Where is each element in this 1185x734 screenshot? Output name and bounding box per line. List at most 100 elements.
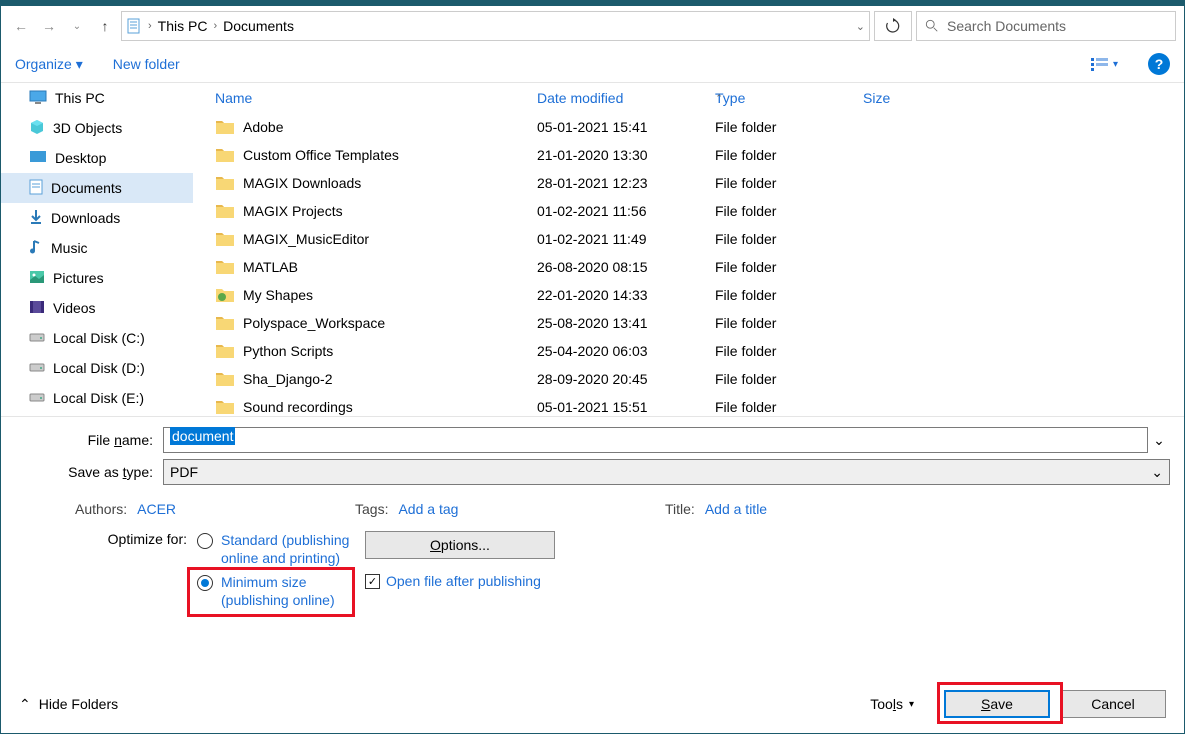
folder-icon [215,173,235,193]
optimize-label: Optimize for: [101,531,197,609]
file-row[interactable]: Sound recordings05-01-2021 15:51File fol… [193,393,1184,416]
folder-icon [215,257,235,277]
authors-value[interactable]: ACER [137,501,176,517]
nav-item-downloads[interactable]: Downloads [1,203,193,233]
filename-label: File name: [15,432,163,448]
address-bar: ← → ⌄ ↑ › This PC › Documents ⌄ Search D… [1,6,1184,46]
disk-icon [29,360,45,376]
up-button[interactable]: ↑ [93,14,117,38]
col-type[interactable]: Type⌃ [715,90,863,106]
radio-minimum-label[interactable]: Minimum size (publishing online) [221,573,365,609]
savetype-dropdown[interactable]: PDF⌄ [163,459,1170,485]
folder-icon [215,369,235,389]
nav-item-local-disk-e-[interactable]: Local Disk (E:) [1,383,193,413]
breadcrumb-root[interactable]: This PC [158,18,208,34]
disk-icon [29,330,45,346]
refresh-icon [885,18,901,34]
col-size[interactable]: Size [863,90,963,106]
file-row[interactable]: Adobe05-01-2021 15:41File folder [193,113,1184,141]
down-icon [29,209,43,228]
cancel-button[interactable]: Cancel [1060,690,1166,718]
save-form: File name: document ⌄ Save as type: PDF⌄… [1,417,1184,613]
checkbox-open-after-label[interactable]: Open file after publishing [386,573,541,589]
chevron-right-icon: › [148,20,152,32]
file-row[interactable]: My Shapes22-01-2020 14:33File folder [193,281,1184,309]
hide-folders-button[interactable]: ⌃ Hide Folders [19,696,118,713]
pc-icon [29,90,47,107]
savetype-label: Save as type: [15,464,163,480]
tools-menu[interactable]: Tools▾ [870,696,914,712]
save-button[interactable]: Save [944,690,1050,718]
refresh-button[interactable] [874,11,912,41]
breadcrumb[interactable]: › This PC › Documents ⌄ [121,11,870,41]
view-icon [1091,57,1109,71]
tags-label: Tags: [355,501,388,517]
recent-dropdown[interactable]: ⌄ [65,14,89,38]
folder-icon [215,397,235,416]
nav-item-music[interactable]: Music [1,233,193,263]
chevron-up-icon: ⌃ [19,696,31,713]
radio-standard[interactable] [197,533,213,549]
folder-icon [215,341,235,361]
nav-item-3d-objects[interactable]: 3D Objects [1,113,193,143]
nav-item-local-disk-c-[interactable]: Local Disk (C:) [1,323,193,353]
file-row[interactable]: Polyspace_Workspace25-08-2020 13:41File … [193,309,1184,337]
nav-item-pictures[interactable]: Pictures [1,263,193,293]
filename-input[interactable]: document [163,427,1148,453]
chevron-right-icon: › [213,20,217,32]
filename-dropdown[interactable]: ⌄ [1148,432,1170,449]
authors-label: Authors: [75,501,127,517]
music-icon [29,239,43,258]
column-headers[interactable]: Name Date modified Type⌃ Size [193,83,1184,113]
radio-minimum[interactable] [197,575,213,591]
file-row[interactable]: Custom Office Templates21-01-2020 13:30F… [193,141,1184,169]
nav-item-this-pc[interactable]: This PC [1,83,193,113]
file-list[interactable]: Name Date modified Type⌃ Size Adobe05-01… [193,83,1184,416]
docs-icon [29,179,43,198]
3d-icon [29,119,45,138]
breadcrumb-current[interactable]: Documents [223,18,294,34]
search-input[interactable]: Search Documents [916,11,1176,41]
folder-icon [215,201,235,221]
help-button[interactable]: ? [1148,53,1170,75]
file-row[interactable]: MAGIX Downloads28-01-2021 12:23File fold… [193,169,1184,197]
file-row[interactable]: Python Scripts25-04-2020 06:03File folde… [193,337,1184,365]
desktop-icon [29,150,47,167]
folder-icon [215,117,235,137]
back-button: ← [9,14,33,38]
search-icon [925,19,939,33]
forward-button: → [37,14,61,38]
nav-item-documents[interactable]: Documents [1,173,193,203]
disk-icon [29,390,45,406]
command-bar: Organize ▾ New folder ▾ ? [1,46,1184,82]
checkbox-open-after[interactable]: ✓ [365,574,380,589]
file-row[interactable]: MATLAB26-08-2020 08:15File folder [193,253,1184,281]
dialog-footer: ⌃ Hide Folders Tools▾ Save Cancel [1,683,1184,725]
folder-icon [215,313,235,333]
nav-item-videos[interactable]: Videos [1,293,193,323]
nav-tree[interactable]: This PC3D ObjectsDesktopDocumentsDownloa… [1,83,193,416]
nav-item-desktop[interactable]: Desktop [1,143,193,173]
title-label: Title: [665,501,695,517]
title-value[interactable]: Add a title [705,501,767,517]
view-options-button[interactable]: ▾ [1091,57,1118,71]
file-row[interactable]: Sha_Django-228-09-2020 20:45File folder [193,365,1184,393]
folder-icon [215,229,235,249]
file-row[interactable]: MAGIX_MusicEditor01-02-2021 11:49File fo… [193,225,1184,253]
col-name[interactable]: Name [215,90,537,106]
vids-icon [29,300,45,317]
options-button[interactable]: Options... [365,531,555,559]
nav-item-local-disk-d-[interactable]: Local Disk (D:) [1,353,193,383]
new-folder-button[interactable]: New folder [113,56,180,72]
radio-standard-label[interactable]: Standard (publishing online and printing… [221,531,365,567]
pics-icon [29,270,45,287]
folder-icon [215,145,235,165]
search-placeholder: Search Documents [947,18,1066,34]
file-row[interactable]: MAGIX Projects01-02-2021 11:56File folde… [193,197,1184,225]
col-date[interactable]: Date modified [537,90,715,106]
document-icon [126,18,142,34]
chevron-down-icon[interactable]: ⌄ [856,20,865,33]
tags-value[interactable]: Add a tag [398,501,458,517]
organize-menu[interactable]: Organize ▾ [15,56,83,73]
folder-special-icon [215,285,235,305]
